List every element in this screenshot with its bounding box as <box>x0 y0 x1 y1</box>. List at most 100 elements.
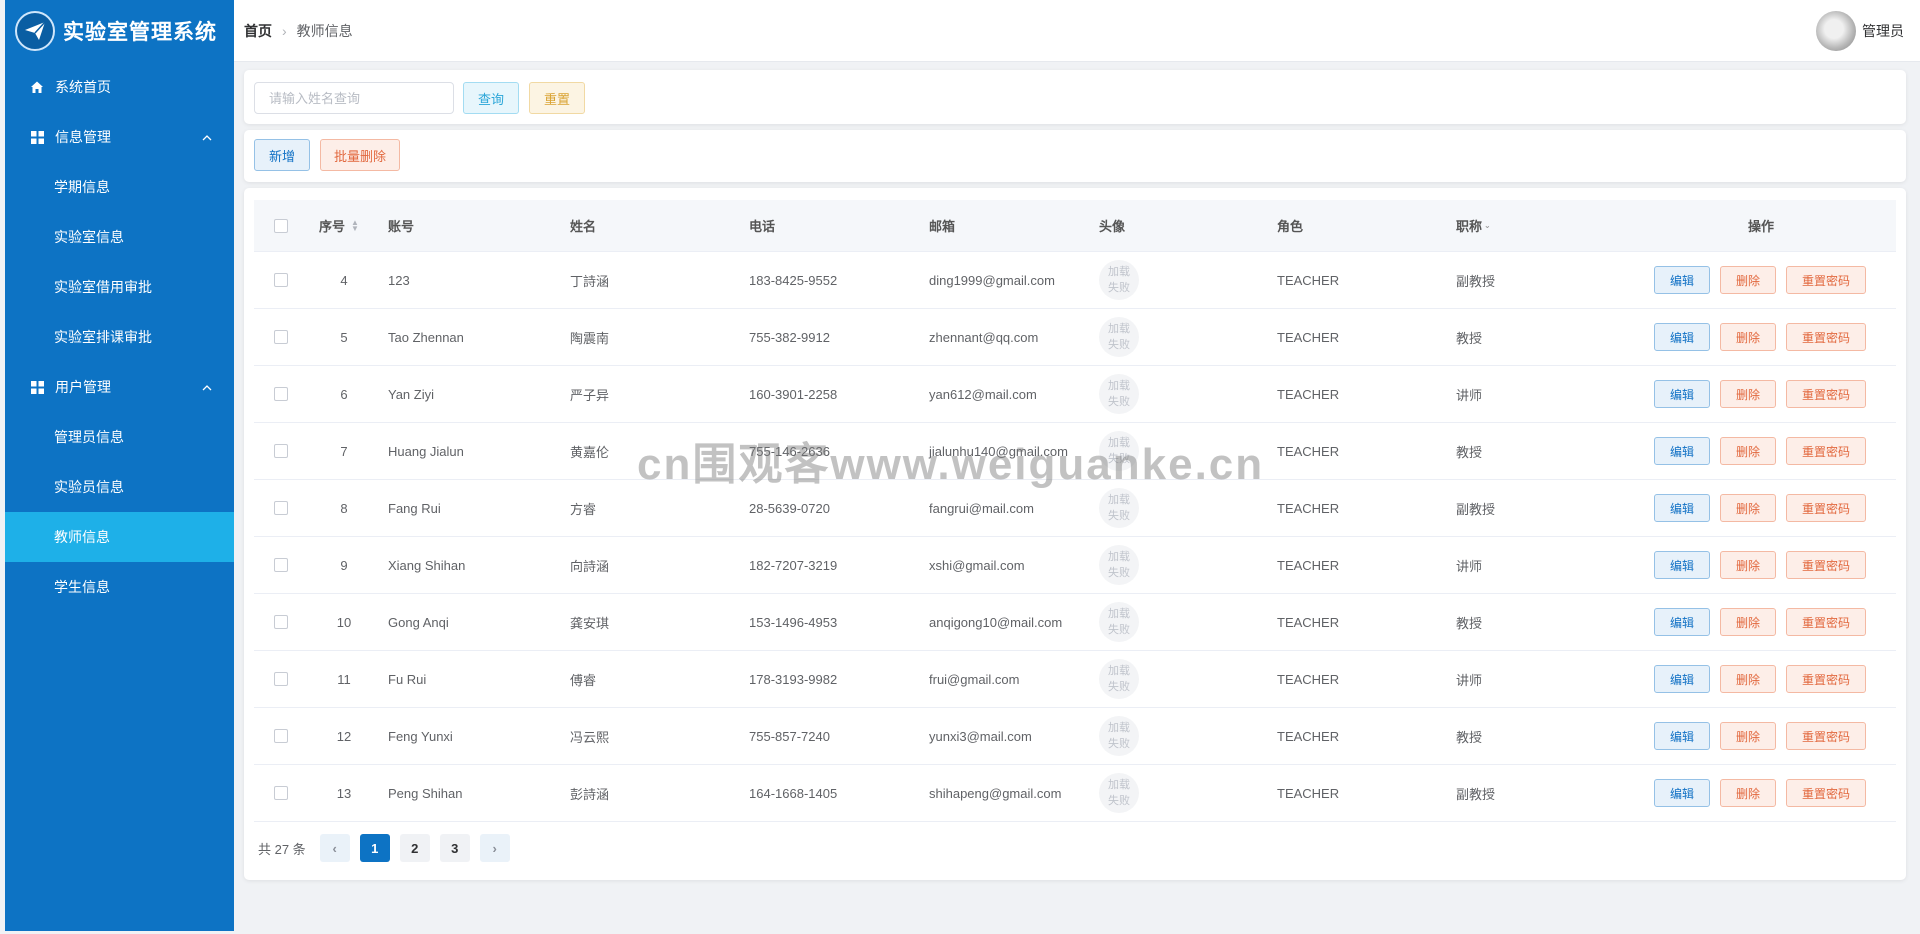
cell-role: TEACHER <box>1277 386 1340 402</box>
edit-button[interactable]: 编辑 <box>1654 266 1710 294</box>
reset-password-button[interactable]: 重置密码 <box>1786 323 1866 351</box>
edit-button[interactable]: 编辑 <box>1654 608 1710 636</box>
chevron-right-icon: › <box>282 22 287 39</box>
breadcrumb-home[interactable]: 首页 <box>244 21 272 41</box>
avatar[interactable] <box>1816 11 1856 51</box>
row-checkbox[interactable] <box>274 309 288 365</box>
delete-button[interactable]: 删除 <box>1720 665 1776 693</box>
reset-password-button[interactable]: 重置密码 <box>1786 437 1866 465</box>
sidebar-item-semester[interactable]: 学期信息 <box>5 162 234 212</box>
sort-icon[interactable]: ▲ ▼ <box>351 218 359 232</box>
user-menu[interactable]: 管理员 <box>1816 11 1904 51</box>
row-checkbox[interactable] <box>274 252 288 308</box>
page-3-button[interactable]: 3 <box>439 834 470 862</box>
select-all-checkbox[interactable] <box>274 200 288 251</box>
edit-button[interactable]: 编辑 <box>1654 665 1710 693</box>
sidebar-item-lab-schedule-approval[interactable]: 实验室排课审批 <box>5 312 234 362</box>
username: 管理员 <box>1862 23 1904 39</box>
edit-button[interactable]: 编辑 <box>1654 722 1710 750</box>
row-checkbox[interactable] <box>274 537 288 593</box>
search-input[interactable] <box>254 82 454 114</box>
reset-password-button[interactable]: 重置密码 <box>1786 608 1866 636</box>
cell-name: 向詩涵 <box>570 558 610 574</box>
teacher-table-panel: 序号 ▲ ▼ 账号 姓名 电话 邮箱 头像 角色 职称 ⌄ 操作 4 123 丁詩涵 1… <box>244 188 1906 880</box>
query-button[interactable]: 查询 <box>463 82 519 114</box>
column-header-name: 姓名 <box>570 219 597 234</box>
sidebar-item-home[interactable]: 系统首页 <box>5 62 234 112</box>
row-checkbox[interactable] <box>274 423 288 479</box>
edit-button[interactable]: 编辑 <box>1654 323 1710 351</box>
cell-name: 龚安琪 <box>570 615 610 631</box>
delete-button[interactable]: 删除 <box>1720 323 1776 351</box>
cell-phone: 182-7207-3219 <box>749 557 838 573</box>
cell-id: 6 <box>340 386 348 402</box>
reset-password-button[interactable]: 重置密码 <box>1786 779 1866 807</box>
edit-button[interactable]: 编辑 <box>1654 779 1710 807</box>
delete-button[interactable]: 删除 <box>1720 551 1776 579</box>
cell-name: 陶震南 <box>570 330 610 346</box>
page-2-button[interactable]: 2 <box>399 834 430 862</box>
cell-name: 冯云熙 <box>570 729 610 745</box>
column-header-operations: 操作 <box>1748 219 1775 234</box>
sidebar-item-lab-staff[interactable]: 实验员信息 <box>5 462 234 512</box>
cell-role: TEACHER <box>1277 728 1340 744</box>
cell-email: shihapeng@gmail.com <box>929 785 1062 801</box>
delete-button[interactable]: 删除 <box>1720 494 1776 522</box>
column-header-title[interactable]: 职称 ⌄ <box>1456 200 1491 251</box>
reset-password-button[interactable]: 重置密码 <box>1786 665 1866 693</box>
sidebar-group-info-management[interactable]: 信息管理 <box>5 112 234 162</box>
cell-id: 9 <box>340 557 348 573</box>
reset-password-button[interactable]: 重置密码 <box>1786 494 1866 522</box>
next-page-button[interactable]: › <box>479 834 510 862</box>
edit-button[interactable]: 编辑 <box>1654 494 1710 522</box>
reset-button[interactable]: 重置 <box>529 82 585 114</box>
row-checkbox[interactable] <box>274 765 288 821</box>
reset-password-button[interactable]: 重置密码 <box>1786 551 1866 579</box>
reset-password-button[interactable]: 重置密码 <box>1786 380 1866 408</box>
sidebar-item-teacher[interactable]: 教师信息 <box>5 512 234 562</box>
delete-button[interactable]: 删除 <box>1720 380 1776 408</box>
edit-button[interactable]: 编辑 <box>1654 380 1710 408</box>
sidebar-item-label: 系统首页 <box>55 79 111 95</box>
row-checkbox[interactable] <box>274 708 288 764</box>
delete-button[interactable]: 删除 <box>1720 779 1776 807</box>
cell-phone: 178-3193-9982 <box>749 671 838 687</box>
delete-button[interactable]: 删除 <box>1720 437 1776 465</box>
cell-role: TEACHER <box>1277 671 1340 687</box>
sidebar-item-lab-borrow-approval[interactable]: 实验室借用审批 <box>5 262 234 312</box>
page-1-button[interactable]: 1 <box>359 834 390 862</box>
cell-name: 黄嘉伦 <box>570 444 610 460</box>
row-checkbox[interactable] <box>274 480 288 536</box>
row-checkbox[interactable] <box>274 651 288 707</box>
cell-title: 副教授 <box>1456 273 1496 289</box>
cell-avatar: 加载 失败 <box>1099 480 1139 536</box>
sidebar-item-admin[interactable]: 管理员信息 <box>5 412 234 462</box>
sidebar-group-user-management[interactable]: 用户管理 <box>5 362 234 412</box>
reset-password-button[interactable]: 重置密码 <box>1786 266 1866 294</box>
column-header-id[interactable]: 序号 ▲ ▼ <box>319 200 359 251</box>
edit-button[interactable]: 编辑 <box>1654 437 1710 465</box>
add-button[interactable]: 新增 <box>254 139 310 171</box>
batch-delete-button[interactable]: 批量删除 <box>320 139 400 171</box>
paper-plane-logo-icon <box>15 11 55 51</box>
sidebar-item-student[interactable]: 学生信息 <box>5 562 234 612</box>
filter-arrow-icon[interactable]: ⌄ <box>1484 221 1491 230</box>
app-title: 实验室管理系统 <box>63 20 217 44</box>
cell-title: 教授 <box>1456 330 1483 346</box>
reset-password-button[interactable]: 重置密码 <box>1786 722 1866 750</box>
delete-button[interactable]: 删除 <box>1720 608 1776 636</box>
cell-phone: 153-1496-4953 <box>749 614 838 630</box>
cell-role: TEACHER <box>1277 329 1340 345</box>
delete-button[interactable]: 删除 <box>1720 722 1776 750</box>
row-checkbox[interactable] <box>274 366 288 422</box>
cell-name: 严子异 <box>570 387 610 403</box>
edit-button[interactable]: 编辑 <box>1654 551 1710 579</box>
sidebar-item-lab[interactable]: 实验室信息 <box>5 212 234 262</box>
cell-email: yunxi3@mail.com <box>929 728 1032 744</box>
row-checkbox[interactable] <box>274 594 288 650</box>
sidebar-item-label: 管理员信息 <box>54 429 124 445</box>
prev-page-button[interactable]: ‹ <box>319 834 350 862</box>
cell-role: TEACHER <box>1277 614 1340 630</box>
column-header-label: 职称 <box>1456 219 1483 234</box>
delete-button[interactable]: 删除 <box>1720 266 1776 294</box>
